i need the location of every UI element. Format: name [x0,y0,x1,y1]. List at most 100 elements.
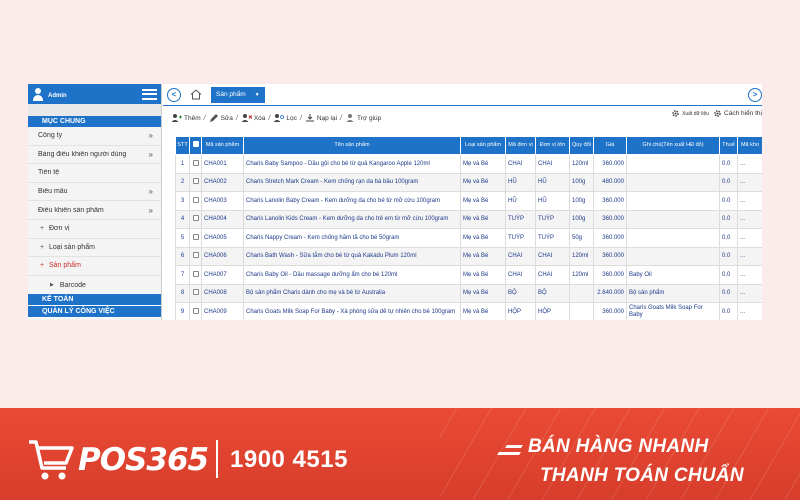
row-select-cell[interactable] [189,302,202,320]
sidebar-subitem-label: Loại sản phẩm [49,243,95,251]
add-button[interactable]: Thêm [171,113,201,123]
table-cell: CHAI [535,154,570,174]
table-row[interactable]: 4 CHA004 Charis Lanolin Kids Cream - Kem d… [175,209,762,229]
hamburger-menu-icon[interactable] [142,88,157,100]
banner-divider [216,440,218,478]
sidebar-subitem-unit[interactable]: + Đơn vị [28,220,161,239]
row-select-cell[interactable] [189,172,202,192]
sidebar-section-general: MỤC CHUNG [28,116,161,127]
table-cell: HỘP [535,302,570,320]
row-select-cell[interactable] [189,191,202,211]
home-icon[interactable] [187,87,205,103]
table-header-cell: Quy đổi [569,136,594,155]
table-cell: Bộ sản phẩm Charis dành cho mẹ và bé từ … [243,283,461,303]
table-cell: Mẹ và Bé [460,283,506,303]
table-row[interactable]: 8 CHA008 Bộ sản phẩm Charis dành cho mẹ và… [175,283,762,303]
table-cell: 50g [569,228,594,248]
sidebar-spacer [28,104,161,116]
row-checkbox[interactable] [192,178,199,184]
table-cell: 120ml [569,154,594,174]
sidebar-section-accounting[interactable]: KẾ TOÁN [28,294,161,307]
row-checkbox[interactable] [192,233,199,240]
row-checkbox[interactable] [192,196,199,203]
table-cell: 5 [175,228,190,248]
row-select-cell[interactable] [189,228,202,248]
table-row[interactable]: 2 CHA002 Charis Stretch Mark Cream - Kem c… [175,172,762,192]
table-row[interactable]: 3 CHA003 Charis Lanolin Baby Cream - Kem d… [175,191,762,211]
row-checkbox[interactable] [192,289,199,295]
table-cell: 1 [175,154,190,174]
table-row[interactable]: 9 CHA009 Charis Goats Milk Soap For Baby -… [175,302,762,320]
delete-button[interactable]: Xóa [241,113,265,123]
tab-products[interactable]: Sản phẩm ▼ [211,86,265,103]
toolbar-separator: / [235,114,238,122]
plus-icon: + [40,243,45,251]
table-header-cell: Loại sản phẩm [460,136,506,155]
table-cell [626,191,720,211]
table-cell: 120ml [569,246,594,266]
row-checkbox[interactable] [192,307,199,314]
table-cell: TUÝP [505,209,536,229]
sidebar-item-product-control[interactable]: Điều khiển sản phẩm » [28,201,161,220]
row-select-cell[interactable] [189,283,202,303]
table-row[interactable]: 5 CHA005 Charis Nappy Cream - Kem chống hă… [175,228,762,248]
table-cell: Charis Bath Wash - Sữa tắm cho bé từ quả… [243,246,461,266]
table-cell: 8 [175,283,190,303]
table-cell [569,283,594,303]
table-row[interactable]: 7 CHA007 Charis Baby Oil - Dầu massage dưỡ… [175,265,762,285]
toolbar-separator: / [340,114,342,122]
table-row[interactable]: 6 CHA006 Charis Bath Wash - Sữa tắm cho bé… [175,246,762,266]
table-cell: CHA005 [201,228,244,248]
help-button[interactable]: Trợ giúp [345,113,381,123]
export-button[interactable]: Xuất dữ liệu [671,109,709,118]
search-user-icon [273,114,285,122]
table-row[interactable]: 1 CHA001 Charis Baby Sampoo - Dầu gội cho … [175,154,762,174]
table-cell: CHA001 [201,154,244,174]
row-checkbox[interactable] [192,252,199,258]
select-all-checkbox[interactable] [192,141,199,148]
table-header-cell: Mã đơn vị [505,136,536,155]
sidebar-item-user-dashboard[interactable]: Bảng điều khiển người dùng » [28,146,161,165]
sidebar-subitem-products[interactable]: + Sản phẩm [28,257,161,276]
filter-button[interactable]: Lọc [273,113,297,123]
table-cell: CHA003 [201,191,244,211]
edit-button[interactable]: Sửa [209,113,233,123]
row-select-cell[interactable] [189,209,202,229]
pencil-icon [209,114,218,122]
table-cell: Mẹ và Bé [460,191,506,211]
forward-arrow-icon[interactable]: > [748,88,762,102]
hotline-number[interactable]: 1900 4515 [230,446,348,474]
sidebar-item-forms[interactable]: Biểu mẫu » [28,183,161,202]
table-cell: ... [737,283,762,303]
row-checkbox[interactable] [192,270,199,277]
table-cell: 0.0 [719,172,738,192]
row-select-cell[interactable] [189,154,202,174]
main-content: < Sản phẩm ▼ > Thêm / Sửa / Xóa / Lọc / … [163,84,762,320]
row-checkbox[interactable] [192,215,199,221]
display-settings-button[interactable]: Cách hiển thị [713,109,762,118]
sidebar-subitem-product-type[interactable]: + Loại sản phẩm [28,239,161,258]
tab-label: Sản phẩm [216,91,246,98]
table-cell: CHAI [505,246,536,266]
table-cell: 100g [569,172,594,192]
row-select-cell[interactable] [189,265,202,285]
table-cell: 3 [175,191,190,211]
row-checkbox[interactable] [192,159,199,166]
triangle-right-icon: ▶ [50,282,54,289]
speed-line [497,452,521,455]
table-cell: 0.0 [719,283,738,303]
table-header-row: STT Mã sản phẩm Tên sản phẩm Loại sản phẩm M… [175,136,762,155]
reload-button[interactable]: Nạp lại [305,113,337,123]
table-cell: TUÝP [535,228,570,248]
table-cell: Charis Goats Milk Soap For Baby - Xà phò… [243,302,461,320]
sidebar-section-work[interactable]: QUẢN LÝ CÔNG VIỆC [28,306,161,319]
back-arrow-icon[interactable]: < [167,87,181,102]
sidebar-item-company[interactable]: Công ty » [28,127,161,146]
sidebar-item-currency[interactable]: Tiền tệ [28,164,161,183]
table-cell: 0.0 [719,246,738,266]
table-header-cell: Mã sản phẩm [201,136,244,155]
gear-icon [672,110,679,117]
sidebar-subitem-barcode[interactable]: ▶ Barcode [28,276,161,295]
select-all-checkbox-header[interactable] [189,136,202,155]
row-select-cell[interactable] [189,246,202,266]
